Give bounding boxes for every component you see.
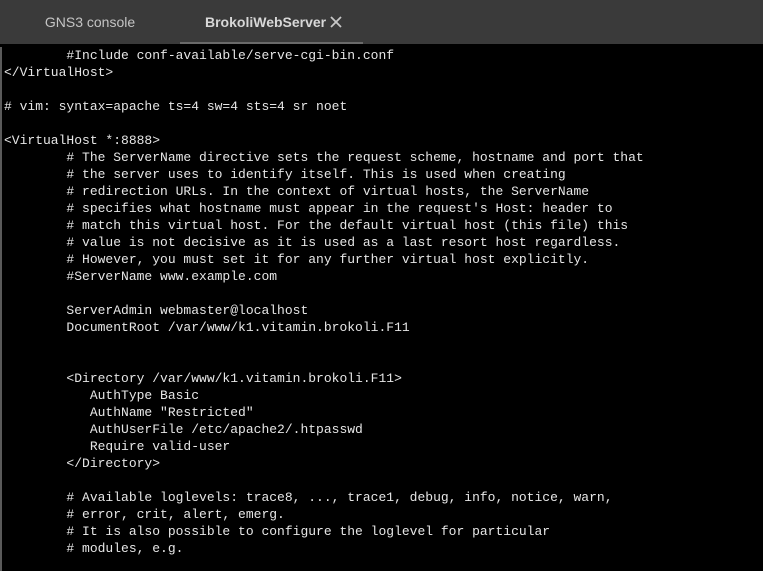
tab-gns3-console-label: GNS3 console [44, 14, 136, 30]
terminal-line: Require valid-user [4, 439, 231, 454]
terminal-output[interactable]: #Include conf-available/serve-cgi-bin.co… [0, 47, 763, 571]
tab-brokoliwebserver[interactable]: BrokoliWebServer [180, 0, 363, 44]
terminal-line: # The ServerName directive sets the requ… [4, 150, 644, 165]
terminal-line: # Available loglevels: trace8, ..., trac… [4, 490, 613, 505]
terminal-line: #ServerName www.example.com [4, 269, 278, 284]
terminal-line: AuthName "Restricted" [4, 405, 254, 420]
tab-brokoliwebserver-label: BrokoliWebServer [205, 14, 327, 30]
terminal-line: #Include conf-available/serve-cgi-bin.co… [4, 48, 395, 63]
terminal-line: ServerAdmin webmaster@localhost [4, 303, 309, 318]
terminal-line: # error, crit, alert, emerg. [4, 507, 285, 522]
tab-gns3-console[interactable]: GNS3 console [0, 0, 180, 44]
terminal-line: # It is also possible to configure the l… [4, 524, 551, 539]
terminal-line: # vim: syntax=apache ts=4 sw=4 sts=4 sr … [4, 99, 348, 114]
terminal-line: <Directory /var/www/k1.vitamin.brokoli.F… [4, 371, 402, 386]
gns3-console-window: GNS3 console BrokoliWebServer #Include c… [0, 0, 763, 571]
terminal-line: # the server uses to identify itself. Th… [4, 167, 566, 182]
terminal-line: AuthType Basic [4, 388, 200, 403]
close-icon[interactable] [327, 13, 345, 31]
active-tab-indicator [180, 42, 363, 44]
terminal-line: </Directory> [4, 456, 161, 471]
terminal-line: AuthUserFile /etc/apache2/.htpasswd [4, 422, 363, 437]
terminal-line: # redirection URLs. In the context of vi… [4, 184, 590, 199]
terminal-line: # match this virtual host. For the defau… [4, 218, 629, 233]
terminal-line: <VirtualHost *:8888> [4, 133, 161, 148]
tab-bar: GNS3 console BrokoliWebServer [0, 0, 763, 44]
terminal-line: DocumentRoot /var/www/k1.vitamin.brokoli… [4, 320, 410, 335]
terminal-line: # However, you must set it for any furth… [4, 252, 590, 267]
terminal-line: # specifies what hostname must appear in… [4, 201, 613, 216]
terminal-line: # modules, e.g. [4, 541, 184, 556]
terminal-text: #Include conf-available/serve-cgi-bin.co… [4, 47, 644, 557]
terminal-line: # value is not decisive as it is used as… [4, 235, 621, 250]
terminal-line: </VirtualHost> [4, 65, 114, 80]
